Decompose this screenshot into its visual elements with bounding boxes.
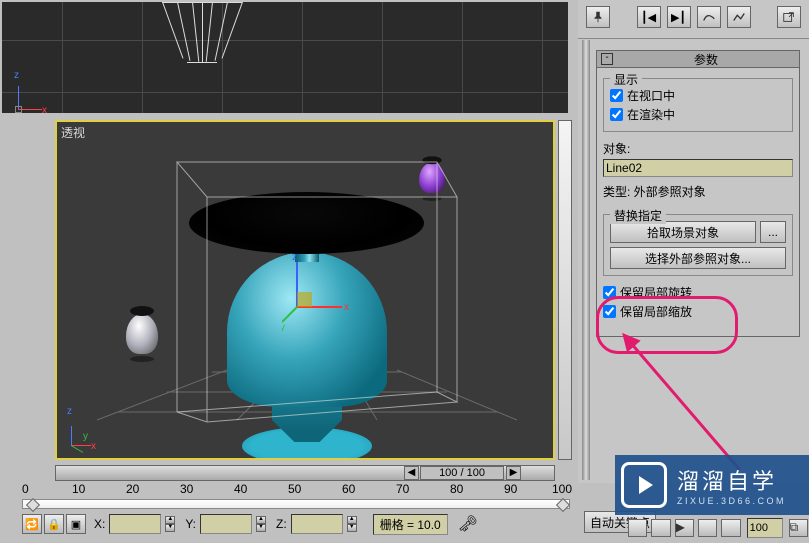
panel-divider[interactable]	[582, 40, 590, 480]
first-frame-icon[interactable]: ┃◀	[637, 6, 661, 28]
move-gizmo[interactable]: z x y	[282, 252, 362, 332]
watermark-banner: 溜溜自学 ZIXUE.3D66.COM	[615, 455, 809, 515]
perspective-viewport[interactable]: 透视	[55, 120, 555, 460]
time-config-button[interactable]: ⧉	[789, 519, 808, 537]
bottom-playback-row: ▶ ⧉	[628, 515, 808, 541]
tick-0: 0	[22, 482, 29, 496]
tick-20: 20	[126, 482, 139, 496]
external-icon[interactable]	[777, 6, 801, 28]
lock-icon[interactable]: 🔒	[44, 514, 64, 534]
selection-lock-icon[interactable]: 🔁	[22, 514, 42, 534]
last-frame-icon[interactable]: ▶┃	[667, 6, 691, 28]
viewport-scrollbar-v[interactable]	[558, 120, 572, 460]
preserve-rotation-label: 保留局部旋转	[620, 284, 692, 301]
watermark-text: 溜溜自学	[677, 464, 786, 496]
goto-start-button[interactable]	[628, 519, 647, 537]
rollout-collapse-icon[interactable]: -	[601, 53, 613, 65]
watermark-url: ZIXUE.3D66.COM	[677, 496, 786, 506]
y-label: Y:	[185, 517, 196, 531]
tick-50: 50	[288, 482, 301, 496]
key-icon[interactable]: 🗝	[458, 514, 478, 534]
in-render-label: 在渲染中	[627, 106, 675, 123]
replace-group-title: 替换指定	[610, 207, 666, 224]
goto-end-button[interactable]	[721, 519, 740, 537]
preserve-scale-label: 保留局部缩放	[620, 303, 692, 320]
svg-text:z: z	[292, 252, 297, 263]
select-xref-object-button[interactable]: 选择外部参照对象...	[610, 247, 786, 269]
wireframe-object	[142, 0, 262, 72]
y-spinner[interactable]: ▲▼	[256, 516, 266, 532]
z-input[interactable]	[291, 514, 343, 534]
in-viewport-check[interactable]	[610, 89, 623, 102]
tick-70: 70	[396, 482, 409, 496]
object-label: 对象:	[603, 140, 793, 157]
rollout-header[interactable]: - 参数	[596, 50, 800, 68]
object-name-input[interactable]	[603, 159, 793, 177]
time-slider-thumb[interactable]: 100 / 100	[420, 466, 504, 480]
preserve-rotation-checkbox[interactable]: 保留局部旋转	[603, 284, 793, 301]
prev-key-button[interactable]	[651, 519, 670, 537]
tick-60: 60	[342, 482, 355, 496]
key-mode-icon[interactable]: ▣	[66, 514, 86, 534]
display-group-title: 显示	[610, 71, 642, 88]
preserve-scale-check[interactable]	[603, 305, 616, 318]
time-slider-next[interactable]: ▶	[506, 466, 521, 480]
play-button[interactable]: ▶	[675, 519, 694, 537]
time-slider-prev[interactable]: ◀	[404, 466, 419, 480]
time-slider[interactable]: ◀ 100 / 100 ▶	[55, 465, 555, 481]
panel-toolbar: ┃◀ ▶┃	[578, 0, 809, 39]
preserve-scale-checkbox[interactable]: 保留局部缩放	[603, 303, 793, 320]
watermark-play-icon	[621, 462, 667, 508]
tick-90: 90	[504, 482, 517, 496]
rollout-title: 参数	[617, 51, 795, 68]
grid-readout: 栅格 = 10.0	[373, 514, 448, 535]
tick-80: 80	[450, 482, 463, 496]
axis-gizmo-persp: z x y	[65, 410, 105, 450]
status-bar: 🔁 🔒 ▣ X: ▲▼ Y: ▲▼ Z: ▲▼ 栅格 = 10.0 🗝	[22, 513, 570, 535]
tick-40: 40	[234, 482, 247, 496]
tick-100: 100	[552, 482, 572, 496]
replace-group: 替换指定 拾取场景对象 ... 选择外部参照对象...	[603, 214, 793, 276]
tick-10: 10	[72, 482, 85, 496]
object-type-label: 类型: 外部参照对象	[603, 183, 793, 200]
x-input[interactable]	[109, 514, 161, 534]
graph-icon[interactable]	[727, 6, 751, 28]
tick-30: 30	[180, 482, 193, 496]
top-viewport[interactable]: z x	[0, 0, 570, 115]
pick-scene-more-button[interactable]: ...	[760, 221, 786, 243]
viewport-label: 透视	[61, 124, 85, 141]
axis-gizmo-top: z x	[12, 74, 52, 114]
pin-icon[interactable]	[586, 6, 610, 28]
z-spinner[interactable]: ▲▼	[347, 516, 357, 532]
time-ruler[interactable]: 0 10 20 30 40 50 60 70 80 90 100	[22, 485, 570, 505]
in-render-check[interactable]	[610, 108, 623, 121]
timeline-area: 0 10 20 30 40 50 60 70 80 90 100 🔁 🔒 ▣ X…	[0, 483, 578, 543]
x-label: X:	[94, 517, 105, 531]
y-input[interactable]	[200, 514, 252, 534]
x-spinner[interactable]: ▲▼	[165, 516, 175, 532]
pick-scene-object-button[interactable]: 拾取场景对象	[610, 221, 756, 243]
svg-text:y: y	[282, 322, 285, 332]
next-key-button[interactable]	[698, 519, 717, 537]
top-grid	[2, 2, 568, 113]
z-label: Z:	[276, 517, 287, 531]
preserve-rotation-check[interactable]	[603, 286, 616, 299]
in-viewport-checkbox[interactable]: 在视口中	[610, 87, 786, 104]
in-render-checkbox[interactable]: 在渲染中	[610, 106, 786, 123]
in-viewport-label: 在视口中	[627, 87, 675, 104]
frame-input[interactable]	[747, 518, 783, 538]
curve-icon[interactable]	[697, 6, 721, 28]
display-group: 显示 在视口中 在渲染中	[603, 78, 793, 132]
svg-text:x: x	[344, 302, 349, 313]
